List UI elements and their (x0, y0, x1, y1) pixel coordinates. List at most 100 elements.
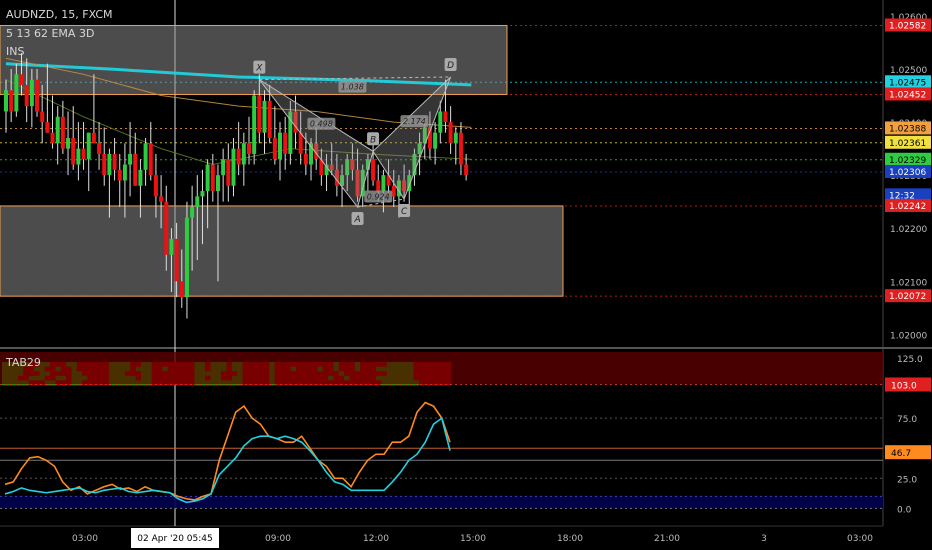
pattern-ratio-label: 0.498 (310, 120, 333, 129)
time-axis-tick: 09:00 (265, 534, 291, 544)
candle-body (153, 175, 158, 197)
candle-body (133, 153, 138, 186)
price-label-text: 1.02306 (889, 168, 926, 178)
candle-body (241, 143, 246, 165)
candle-body (190, 207, 195, 218)
candle-body (438, 111, 443, 133)
oscillator-axis-tick: 75.0 (897, 415, 917, 425)
time-axis-tick: 21:00 (654, 534, 680, 544)
pattern-point-label: X (255, 64, 263, 74)
price-label-text: 1.02072 (889, 292, 926, 302)
candle-body (200, 191, 205, 197)
pattern-ratio-label: 0.924 (367, 192, 390, 201)
candle-body (371, 159, 376, 181)
candle-body (40, 111, 45, 123)
candle-body (179, 281, 184, 298)
candle-body (66, 138, 71, 149)
candle-body (205, 164, 210, 192)
candle-body (443, 111, 448, 123)
price-label-text: 1.02452 (889, 90, 926, 100)
candle-body (86, 132, 91, 160)
ins-indicator-label[interactable]: INS (6, 45, 24, 58)
oscillator-value-text: 46.7 (891, 449, 911, 459)
zones-layer (0, 24, 564, 297)
candle-body (226, 159, 231, 186)
candle-body (303, 153, 308, 165)
time-axis-tick: 3 (761, 534, 767, 544)
price-axis: 1.026001.025001.024001.023001.022001.021… (885, 13, 931, 515)
price-label-text: 1.02361 (889, 139, 926, 149)
candle-body (174, 238, 179, 282)
time-axis-tick: 12:00 (363, 534, 389, 544)
candle-body (236, 148, 241, 165)
candle-body (464, 164, 469, 176)
candle-body (184, 217, 189, 298)
candle-body (81, 148, 86, 160)
osc_fast-line (4, 401, 451, 501)
candle-body (148, 143, 153, 176)
price-axis-tick: 1.02200 (890, 225, 927, 235)
symbol-title[interactable]: AUDNZD, 15, FXCM (6, 8, 113, 21)
chart-canvas[interactable]: X A B C D 1.038 0.498 2.174 0.924 1.026001.02500… (0, 0, 932, 550)
price-axis-tick: 1.02000 (890, 331, 927, 341)
time-axis-tick: 15:00 (460, 534, 486, 544)
candle-body (60, 116, 65, 149)
candle-body (246, 143, 251, 154)
candle-body (91, 132, 96, 144)
pattern-ratio-label: 2.174 (403, 117, 426, 126)
candle-body (138, 169, 143, 186)
price-label-text: 1.02242 (889, 202, 926, 212)
candle-body (252, 95, 257, 154)
price-axis-tick: 1.02100 (890, 278, 927, 288)
candle-body (29, 79, 34, 107)
price-label-text: 1.02329 (889, 156, 926, 166)
crosshair-time-label: 02 Apr '20 05:45 (137, 534, 212, 544)
oscillator-value-text: 103.0 (891, 381, 917, 391)
pattern-point-label: B (370, 135, 376, 145)
pattern-point-label: C (401, 207, 408, 217)
candle-body (272, 138, 277, 160)
candle-body (262, 100, 267, 133)
time-axis-tick: 03:00 (847, 534, 873, 544)
candle-body (19, 74, 24, 85)
pattern-point-label: A (353, 215, 360, 225)
time-axis: 03:00 09:00 12:00 15:00 18:00 21:00 3 03:00 02 A… (72, 528, 873, 548)
price-label-text: 1.02475 (889, 78, 926, 88)
candle-body (71, 138, 76, 165)
candle-body (14, 74, 19, 112)
oscillator-axis-tick: 0.0 (897, 505, 912, 515)
candle-body (9, 90, 14, 112)
ema-indicator-label[interactable]: 5 13 62 EMA 3D (6, 27, 94, 40)
candle-body (55, 116, 60, 144)
candle-body (35, 79, 40, 112)
candle-body (381, 175, 386, 192)
candle-body (169, 238, 174, 255)
overbought-band (0, 352, 883, 385)
candle-body (128, 153, 133, 165)
oversold-band (0, 496, 883, 509)
candle-body (210, 164, 215, 192)
tab29-indicator-label[interactable]: TAB29 (6, 356, 41, 369)
candle-body (4, 90, 8, 112)
candle-body (257, 95, 262, 133)
candle-body (448, 122, 453, 144)
candle-body (45, 122, 50, 133)
candle-body (76, 148, 81, 165)
candle-body (102, 153, 107, 176)
candle-body (50, 132, 55, 144)
oscillator-axis-tick: 25.0 (897, 475, 917, 485)
candle-body (391, 185, 396, 197)
candle-body (159, 196, 164, 202)
price-label-text: 1.02388 (889, 124, 926, 134)
candle-body (221, 159, 226, 176)
pattern-ratio-label: 1.038 (341, 83, 364, 92)
candle-body (107, 153, 112, 176)
oscillator-axis-tick: 125.0 (897, 355, 923, 365)
candle-body (164, 201, 169, 255)
candle-body (122, 164, 127, 181)
candle-body (143, 143, 148, 170)
price-axis-tick: 1.02500 (890, 66, 927, 76)
candle-body (24, 84, 29, 107)
candle-body (231, 148, 236, 186)
candle-body (278, 132, 283, 160)
